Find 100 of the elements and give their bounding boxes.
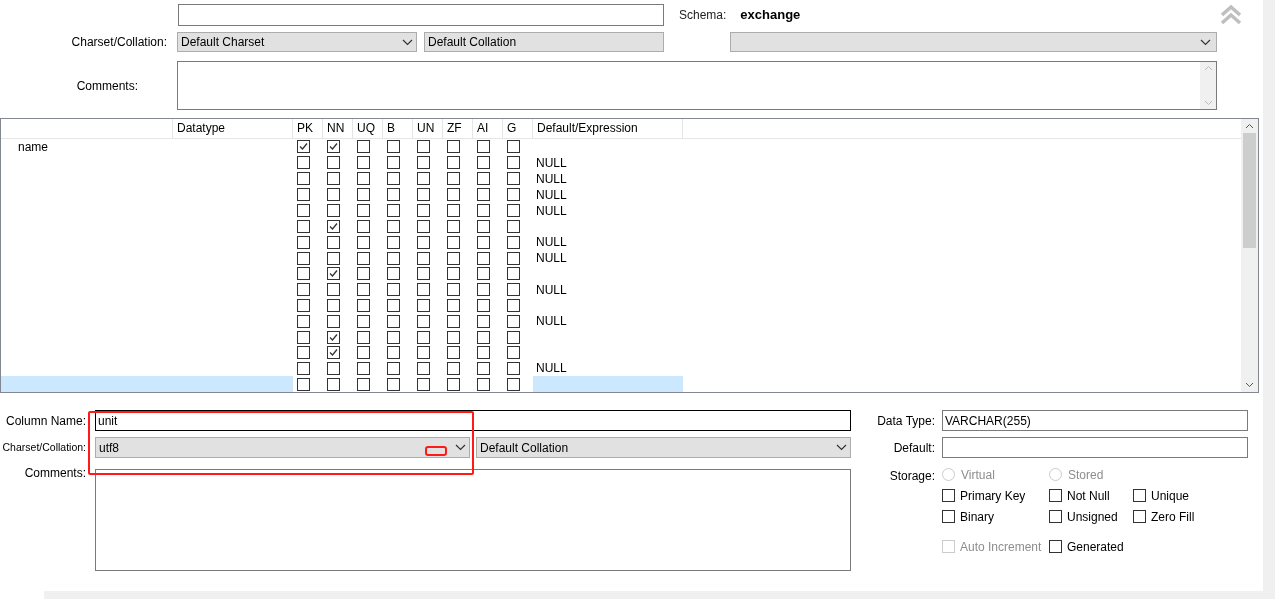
checkbox[interactable] — [297, 219, 310, 233]
checkbox[interactable] — [477, 204, 490, 217]
column-header[interactable]: Default/Expression — [533, 119, 683, 138]
checkbox[interactable] — [387, 298, 400, 312]
checkbox[interactable] — [387, 172, 400, 185]
checkbox[interactable] — [297, 204, 310, 217]
checkbox[interactable] — [297, 251, 310, 265]
checkbox[interactable] — [507, 156, 520, 169]
checkbox[interactable] — [387, 283, 400, 297]
charset-dropdown[interactable]: Default Charset — [177, 32, 417, 52]
checkbox[interactable] — [417, 377, 430, 391]
checkbox[interactable] — [297, 314, 310, 328]
checkbox[interactable] — [387, 156, 400, 169]
grid-row[interactable]: name — [1, 138, 1241, 155]
checkbox[interactable] — [387, 219, 400, 233]
column-header[interactable]: G — [503, 119, 533, 138]
checkbox[interactable] — [477, 188, 490, 201]
checkbox[interactable] — [477, 219, 490, 233]
checkbox[interactable] — [327, 140, 340, 153]
checkbox[interactable] — [477, 298, 490, 312]
checkbox[interactable] — [507, 314, 520, 328]
checkbox[interactable] — [477, 267, 490, 281]
grid-row[interactable]: NULL — [1, 154, 1241, 171]
checkbox[interactable] — [357, 377, 370, 391]
checkbox[interactable] — [447, 283, 460, 297]
checkbox[interactable] — [477, 251, 490, 265]
checkbox[interactable] — [357, 361, 370, 375]
checkbox[interactable] — [417, 330, 430, 344]
checkbox[interactable] — [417, 298, 430, 312]
checkbox[interactable] — [387, 204, 400, 217]
checkbox[interactable] — [327, 314, 340, 328]
checkbox[interactable] — [477, 314, 490, 328]
checkbox[interactable] — [507, 172, 520, 185]
checkbox[interactable] — [507, 219, 520, 233]
checkbox[interactable] — [507, 235, 520, 249]
checkbox[interactable] — [387, 346, 400, 360]
checkbox[interactable] — [477, 330, 490, 344]
column-name-field[interactable]: unit — [95, 410, 851, 431]
checkbox[interactable] — [417, 346, 430, 360]
checkbox[interactable] — [507, 251, 520, 265]
checkbox[interactable] — [507, 361, 520, 375]
checkbox[interactable] — [1049, 489, 1062, 502]
checkbox[interactable] — [387, 235, 400, 249]
checkbox[interactable] — [327, 361, 340, 375]
checkbox[interactable] — [507, 298, 520, 312]
checkbox[interactable] — [417, 172, 430, 185]
checkbox[interactable] — [477, 235, 490, 249]
checkbox[interactable] — [387, 361, 400, 375]
checkbox[interactable] — [297, 267, 310, 281]
column-header[interactable]: Datatype — [173, 119, 293, 138]
scrollbar[interactable] — [1241, 119, 1258, 392]
checkbox[interactable] — [357, 188, 370, 201]
checkbox[interactable] — [447, 204, 460, 217]
checkbox[interactable] — [447, 172, 460, 185]
checkbox[interactable] — [297, 330, 310, 344]
checkbox[interactable] — [417, 267, 430, 281]
collation-dropdown[interactable]: Default Collation — [424, 32, 664, 52]
column-header[interactable]: PK — [293, 119, 323, 138]
checkbox[interactable] — [507, 188, 520, 201]
checkbox[interactable] — [1133, 489, 1146, 502]
grid-row[interactable]: NULL — [1, 202, 1241, 219]
checkbox[interactable] — [477, 377, 490, 391]
checkbox[interactable] — [357, 267, 370, 281]
checkbox[interactable] — [477, 283, 490, 297]
checkbox[interactable] — [447, 377, 460, 391]
checkbox[interactable] — [357, 283, 370, 297]
checkbox[interactable] — [477, 346, 490, 360]
checkbox[interactable] — [327, 251, 340, 265]
column-header[interactable]: ZF — [443, 119, 473, 138]
checkbox[interactable] — [297, 172, 310, 185]
checkbox[interactable] — [387, 140, 400, 153]
grid-row[interactable]: NULL — [1, 250, 1241, 267]
checkbox[interactable] — [417, 204, 430, 217]
checkbox[interactable] — [447, 346, 460, 360]
checkbox[interactable] — [477, 172, 490, 185]
checkbox[interactable] — [1049, 540, 1062, 553]
checkbox[interactable] — [417, 188, 430, 201]
checkbox[interactable] — [357, 330, 370, 344]
checkbox[interactable] — [327, 346, 340, 360]
checkbox[interactable] — [297, 140, 310, 153]
checkbox[interactable] — [942, 489, 955, 502]
checkbox[interactable] — [297, 346, 310, 360]
checkbox[interactable] — [327, 188, 340, 201]
checkbox[interactable] — [417, 251, 430, 265]
column-comments-field[interactable] — [95, 469, 851, 571]
checkbox[interactable] — [357, 346, 370, 360]
checkbox[interactable] — [327, 172, 340, 185]
checkbox[interactable] — [357, 156, 370, 169]
checkbox[interactable] — [507, 283, 520, 297]
checkbox[interactable] — [507, 377, 520, 391]
checkbox[interactable] — [297, 188, 310, 201]
scroll-down-icon[interactable] — [1245, 382, 1254, 388]
checkbox[interactable] — [507, 267, 520, 281]
checkbox[interactable] — [417, 314, 430, 328]
checkbox[interactable] — [417, 156, 430, 169]
table-comments-field[interactable] — [177, 61, 1217, 110]
default-field[interactable] — [942, 437, 1248, 458]
checkbox[interactable] — [357, 140, 370, 153]
checkbox[interactable] — [417, 283, 430, 297]
checkbox[interactable] — [357, 172, 370, 185]
